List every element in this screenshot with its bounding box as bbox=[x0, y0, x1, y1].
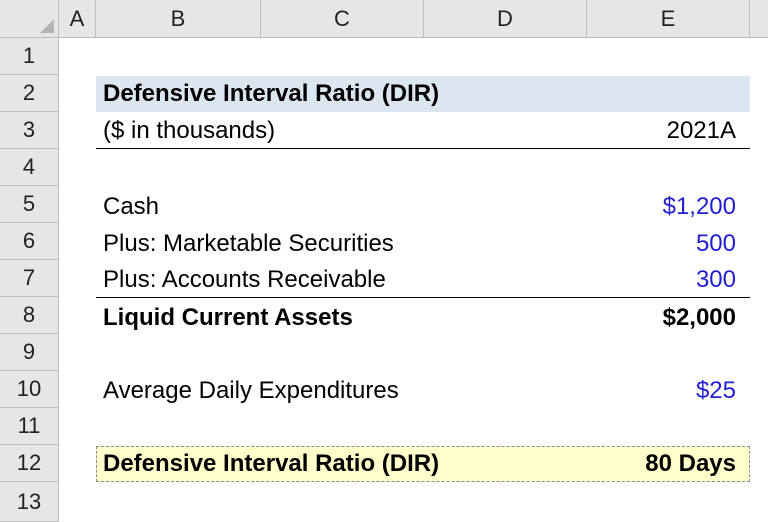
expenditures-row[interactable]: Average Daily Expenditures $25 bbox=[96, 372, 750, 409]
row-header-9[interactable]: 9 bbox=[0, 334, 59, 371]
subtotal-label: Liquid Current Assets bbox=[103, 304, 353, 331]
subtotal-value: $2,000 bbox=[662, 304, 736, 331]
row-header-10[interactable]: 10 bbox=[0, 371, 59, 408]
row-header-11[interactable]: 11 bbox=[0, 408, 59, 445]
units-row[interactable]: ($ in thousands) 2021A bbox=[96, 112, 750, 149]
item-value: $1,200 bbox=[662, 193, 736, 220]
column-header-c[interactable]: C bbox=[261, 0, 424, 38]
select-all-corner[interactable] bbox=[0, 0, 59, 38]
row-header-13[interactable]: 13 bbox=[0, 482, 59, 522]
column-header-a[interactable]: A bbox=[59, 0, 96, 38]
list-item[interactable]: Cash $1,200 bbox=[96, 188, 750, 225]
result-row[interactable]: Defensive Interval Ratio (DIR) 80 Days bbox=[96, 446, 750, 482]
select-all-triangle-icon bbox=[40, 19, 54, 33]
item-label: Plus: Marketable Securities bbox=[103, 230, 394, 257]
column-header-e[interactable]: E bbox=[587, 0, 750, 38]
column-header-b[interactable]: B bbox=[96, 0, 261, 38]
result-value: 80 Days bbox=[645, 450, 736, 477]
row-header-6[interactable]: 6 bbox=[0, 223, 59, 260]
list-item[interactable]: Plus: Marketable Securities 500 bbox=[96, 225, 750, 262]
spreadsheet: A B C D E 1 2 3 4 5 6 7 8 9 10 11 12 13 … bbox=[0, 0, 768, 522]
row-header-4[interactable]: 4 bbox=[0, 149, 59, 186]
row-header-3[interactable]: 3 bbox=[0, 112, 59, 149]
item-label: Plus: Accounts Receivable bbox=[103, 266, 386, 293]
row-header-2[interactable]: 2 bbox=[0, 75, 59, 112]
expenditures-label: Average Daily Expenditures bbox=[103, 377, 399, 404]
item-value: 500 bbox=[695, 230, 736, 257]
row-header-8[interactable]: 8 bbox=[0, 297, 59, 334]
row-header-7[interactable]: 7 bbox=[0, 260, 59, 297]
item-label: Cash bbox=[103, 193, 160, 220]
column-header-d[interactable]: D bbox=[424, 0, 587, 38]
list-item[interactable]: Plus: Accounts Receivable 300 bbox=[96, 261, 750, 298]
expenditures-value: $25 bbox=[695, 377, 736, 404]
subtotal-row[interactable]: Liquid Current Assets $2,000 bbox=[96, 299, 750, 336]
period-label: 2021A bbox=[666, 117, 736, 144]
row-header-5[interactable]: 5 bbox=[0, 186, 59, 223]
column-header-f[interactable] bbox=[750, 0, 768, 38]
title-row[interactable]: Defensive Interval Ratio (DIR) bbox=[96, 76, 750, 112]
item-value: 300 bbox=[695, 266, 736, 293]
units-label: ($ in thousands) bbox=[103, 117, 276, 144]
result-label: Defensive Interval Ratio (DIR) bbox=[103, 450, 440, 477]
table-title: Defensive Interval Ratio (DIR) bbox=[103, 80, 440, 107]
row-header-12[interactable]: 12 bbox=[0, 445, 59, 482]
row-header-1[interactable]: 1 bbox=[0, 38, 59, 75]
